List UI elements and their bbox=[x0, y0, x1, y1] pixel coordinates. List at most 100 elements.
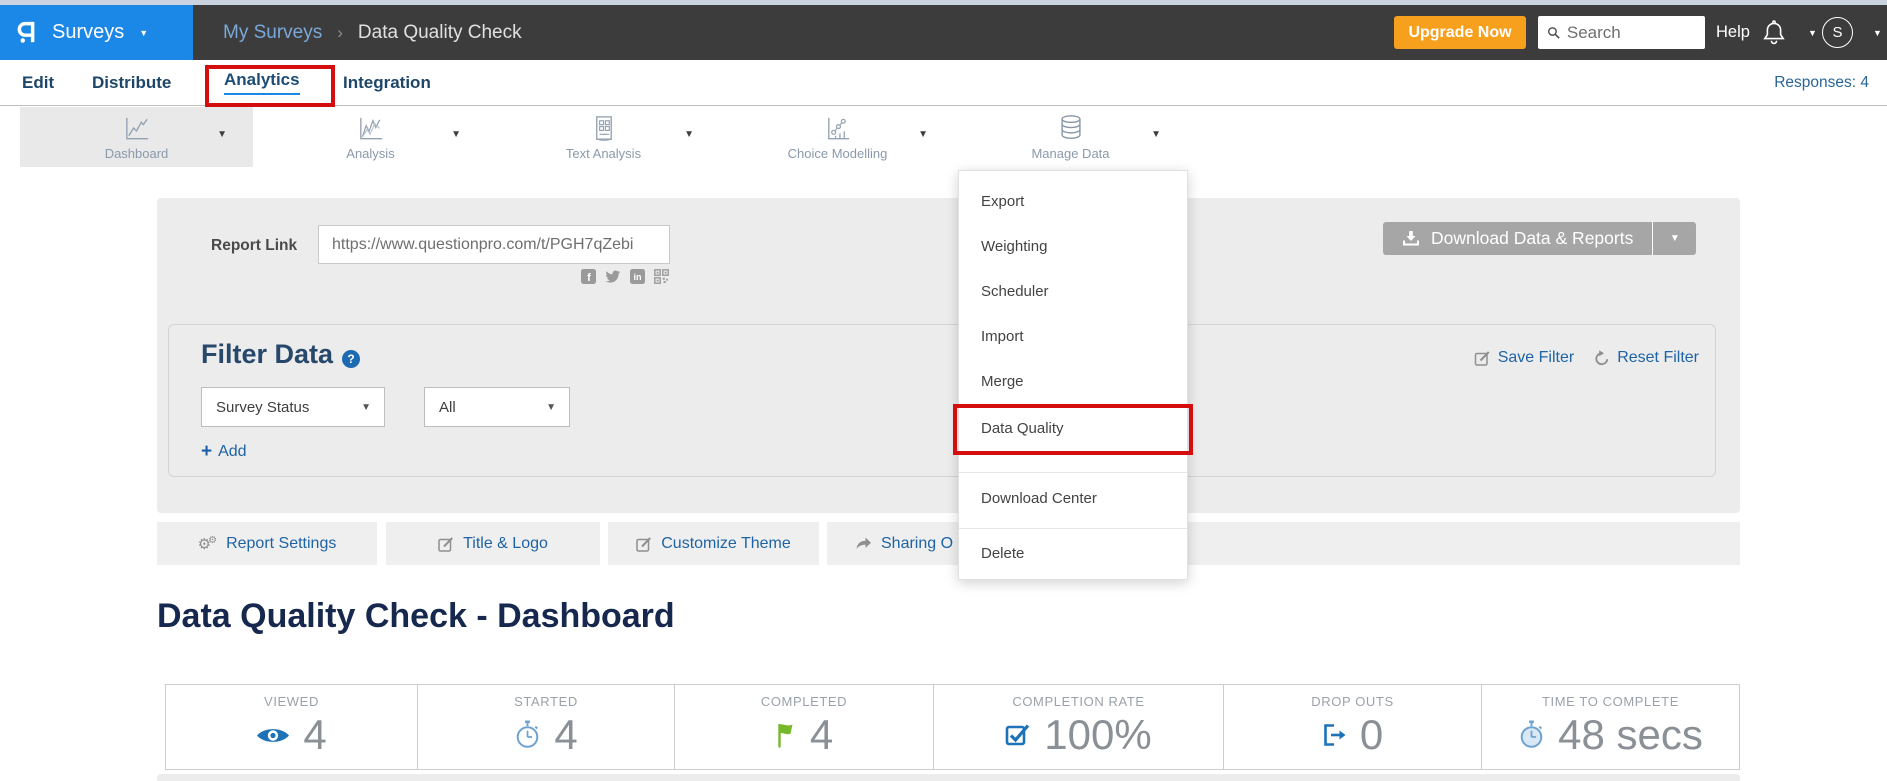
upgrade-now-button[interactable]: Upgrade Now bbox=[1394, 16, 1526, 49]
app-window: Surveys ▼ My Surveys › Data Quality Chec… bbox=[0, 0, 1887, 781]
report-settings-label: Report Settings bbox=[226, 535, 336, 553]
scatter-chart-icon bbox=[823, 114, 852, 143]
manage-data-dropdown: Export Weighting Scheduler Import Merge … bbox=[958, 170, 1188, 580]
customize-theme-button[interactable]: Customize Theme bbox=[608, 522, 819, 565]
report-panel: Report Link f in bbox=[157, 198, 1740, 513]
filter-data-title-row: Filter Data ? bbox=[201, 339, 360, 370]
edit-square-icon bbox=[438, 536, 454, 552]
edit-square-icon bbox=[636, 536, 652, 552]
toolbar-item-text-analysis[interactable]: Text Analysis ▼ bbox=[487, 107, 720, 167]
menu-item-import[interactable]: Import bbox=[959, 320, 1187, 352]
search-input[interactable] bbox=[1567, 23, 1696, 43]
analytics-toolbar: Dashboard ▼ Analysis ▼ Text Analysis bbox=[0, 107, 1887, 167]
chevron-down-icon: ▼ bbox=[361, 402, 371, 413]
linkedin-icon[interactable]: in bbox=[630, 269, 645, 284]
search-box bbox=[1538, 16, 1705, 49]
download-icon bbox=[1402, 231, 1420, 247]
toolbar-item-choice-modelling[interactable]: Choice Modelling ▼ bbox=[721, 107, 954, 167]
next-section-edge bbox=[157, 774, 1740, 781]
menu-divider bbox=[959, 528, 1187, 529]
report-link-label: Report Link bbox=[211, 237, 297, 255]
breadcrumb-separator-icon: › bbox=[337, 23, 343, 43]
analysis-chart-icon bbox=[356, 114, 385, 143]
download-options-caret-button[interactable]: ▼ bbox=[1653, 222, 1696, 255]
toolbar-item-label: Dashboard bbox=[105, 146, 169, 161]
avatar: S bbox=[1822, 17, 1853, 48]
questionpro-logo-icon bbox=[15, 19, 41, 46]
flag-icon bbox=[775, 722, 797, 749]
notifications-button[interactable]: ▼ bbox=[1762, 5, 1817, 60]
share-arrow-icon bbox=[855, 536, 872, 551]
stat-viewed: VIEWED 4 bbox=[166, 685, 418, 769]
search-icon bbox=[1547, 25, 1561, 41]
download-data-reports-split-button: Download Data & Reports ▼ bbox=[1383, 222, 1696, 255]
tab-edit[interactable]: Edit bbox=[22, 60, 54, 105]
filter-data-panel: Filter Data ? Survey Status ▼ All ▼ + Ad… bbox=[168, 324, 1716, 477]
customize-theme-label: Customize Theme bbox=[661, 535, 791, 553]
add-filter-label: Add bbox=[218, 443, 246, 461]
filter-data-title: Filter Data bbox=[201, 339, 333, 370]
stat-drop-outs: DROP OUTS 0 bbox=[1224, 685, 1482, 769]
toolbar-item-analysis[interactable]: Analysis ▼ bbox=[254, 107, 487, 167]
toolbar-item-manage-data[interactable]: Manage Data ▼ bbox=[954, 107, 1187, 167]
chevron-down-icon: ▼ bbox=[1873, 28, 1882, 38]
menu-item-weighting[interactable]: Weighting bbox=[959, 230, 1187, 262]
toolbar-item-label: Choice Modelling bbox=[788, 146, 888, 161]
menu-item-export[interactable]: Export bbox=[959, 185, 1187, 217]
help-link[interactable]: Help bbox=[1716, 5, 1750, 60]
stat-value: 4 bbox=[303, 711, 326, 759]
tab-integration[interactable]: Integration bbox=[343, 60, 431, 105]
toolbar-item-label: Analysis bbox=[346, 146, 394, 161]
save-filter-button[interactable]: Save Filter bbox=[1474, 349, 1574, 367]
facebook-icon[interactable]: f bbox=[581, 269, 596, 284]
stat-label: COMPLETED bbox=[761, 694, 847, 709]
menu-item-scheduler[interactable]: Scheduler bbox=[959, 275, 1187, 307]
svg-text:f: f bbox=[587, 272, 591, 284]
report-settings-button[interactable]: ⚙⚙ Report Settings bbox=[157, 522, 377, 565]
stat-started: STARTED 4 bbox=[418, 685, 675, 769]
report-link-input[interactable] bbox=[318, 225, 670, 264]
reset-filter-label: Reset Filter bbox=[1617, 349, 1699, 367]
chevron-down-icon: ▼ bbox=[139, 28, 148, 38]
text-report-icon bbox=[589, 114, 618, 143]
bell-icon bbox=[1762, 20, 1786, 46]
reset-undo-icon bbox=[1594, 350, 1610, 366]
breadcrumb-parent-link[interactable]: My Surveys bbox=[223, 22, 322, 44]
qr-code-icon[interactable] bbox=[654, 269, 669, 284]
tab-distribute[interactable]: Distribute bbox=[92, 60, 171, 105]
toolbar-item-label: Manage Data bbox=[1031, 146, 1109, 161]
toolbar-item-label: Text Analysis bbox=[566, 146, 641, 161]
reset-filter-button[interactable]: Reset Filter bbox=[1594, 349, 1699, 367]
filter-value-value: All bbox=[439, 399, 456, 416]
menu-divider bbox=[959, 472, 1187, 473]
filter-field-select[interactable]: Survey Status ▼ bbox=[201, 387, 385, 427]
download-data-reports-button[interactable]: Download Data & Reports bbox=[1383, 222, 1653, 255]
checkbox-check-icon bbox=[1005, 722, 1031, 748]
stat-label: TIME TO COMPLETE bbox=[1542, 694, 1679, 709]
help-icon[interactable]: ? bbox=[342, 350, 360, 368]
gears-icon: ⚙⚙ bbox=[198, 535, 217, 553]
chevron-down-icon: ▼ bbox=[1808, 28, 1817, 38]
menu-item-delete[interactable]: Delete bbox=[959, 537, 1187, 569]
stat-label: COMPLETION RATE bbox=[1012, 694, 1144, 709]
filter-value-select[interactable]: All ▼ bbox=[424, 387, 570, 427]
page-title: Data Quality Check - Dashboard bbox=[157, 597, 675, 636]
stats-summary-table: VIEWED 4 STARTED 4 bbox=[165, 684, 1740, 770]
menu-item-merge[interactable]: Merge bbox=[959, 365, 1187, 397]
surveys-product-menu[interactable]: Surveys ▼ bbox=[0, 5, 193, 60]
annotation-box-analytics bbox=[205, 65, 335, 107]
line-chart-icon bbox=[122, 114, 151, 143]
filter-field-value: Survey Status bbox=[216, 399, 309, 416]
title-logo-button[interactable]: Title & Logo bbox=[386, 522, 600, 565]
stat-value: 100% bbox=[1044, 711, 1151, 759]
account-menu[interactable]: S ▼ bbox=[1822, 5, 1882, 60]
top-bar: Surveys ▼ My Surveys › Data Quality Chec… bbox=[0, 5, 1887, 60]
menu-item-download-center[interactable]: Download Center bbox=[959, 482, 1187, 514]
stopwatch-icon bbox=[514, 720, 541, 750]
filter-actions: Save Filter Reset Filter bbox=[1474, 349, 1699, 367]
download-button-label: Download Data & Reports bbox=[1431, 228, 1633, 249]
add-filter-button[interactable]: + Add bbox=[201, 441, 247, 463]
toolbar-item-dashboard[interactable]: Dashboard ▼ bbox=[20, 107, 253, 167]
twitter-icon[interactable] bbox=[605, 270, 621, 284]
chevron-down-icon: ▼ bbox=[217, 129, 227, 140]
